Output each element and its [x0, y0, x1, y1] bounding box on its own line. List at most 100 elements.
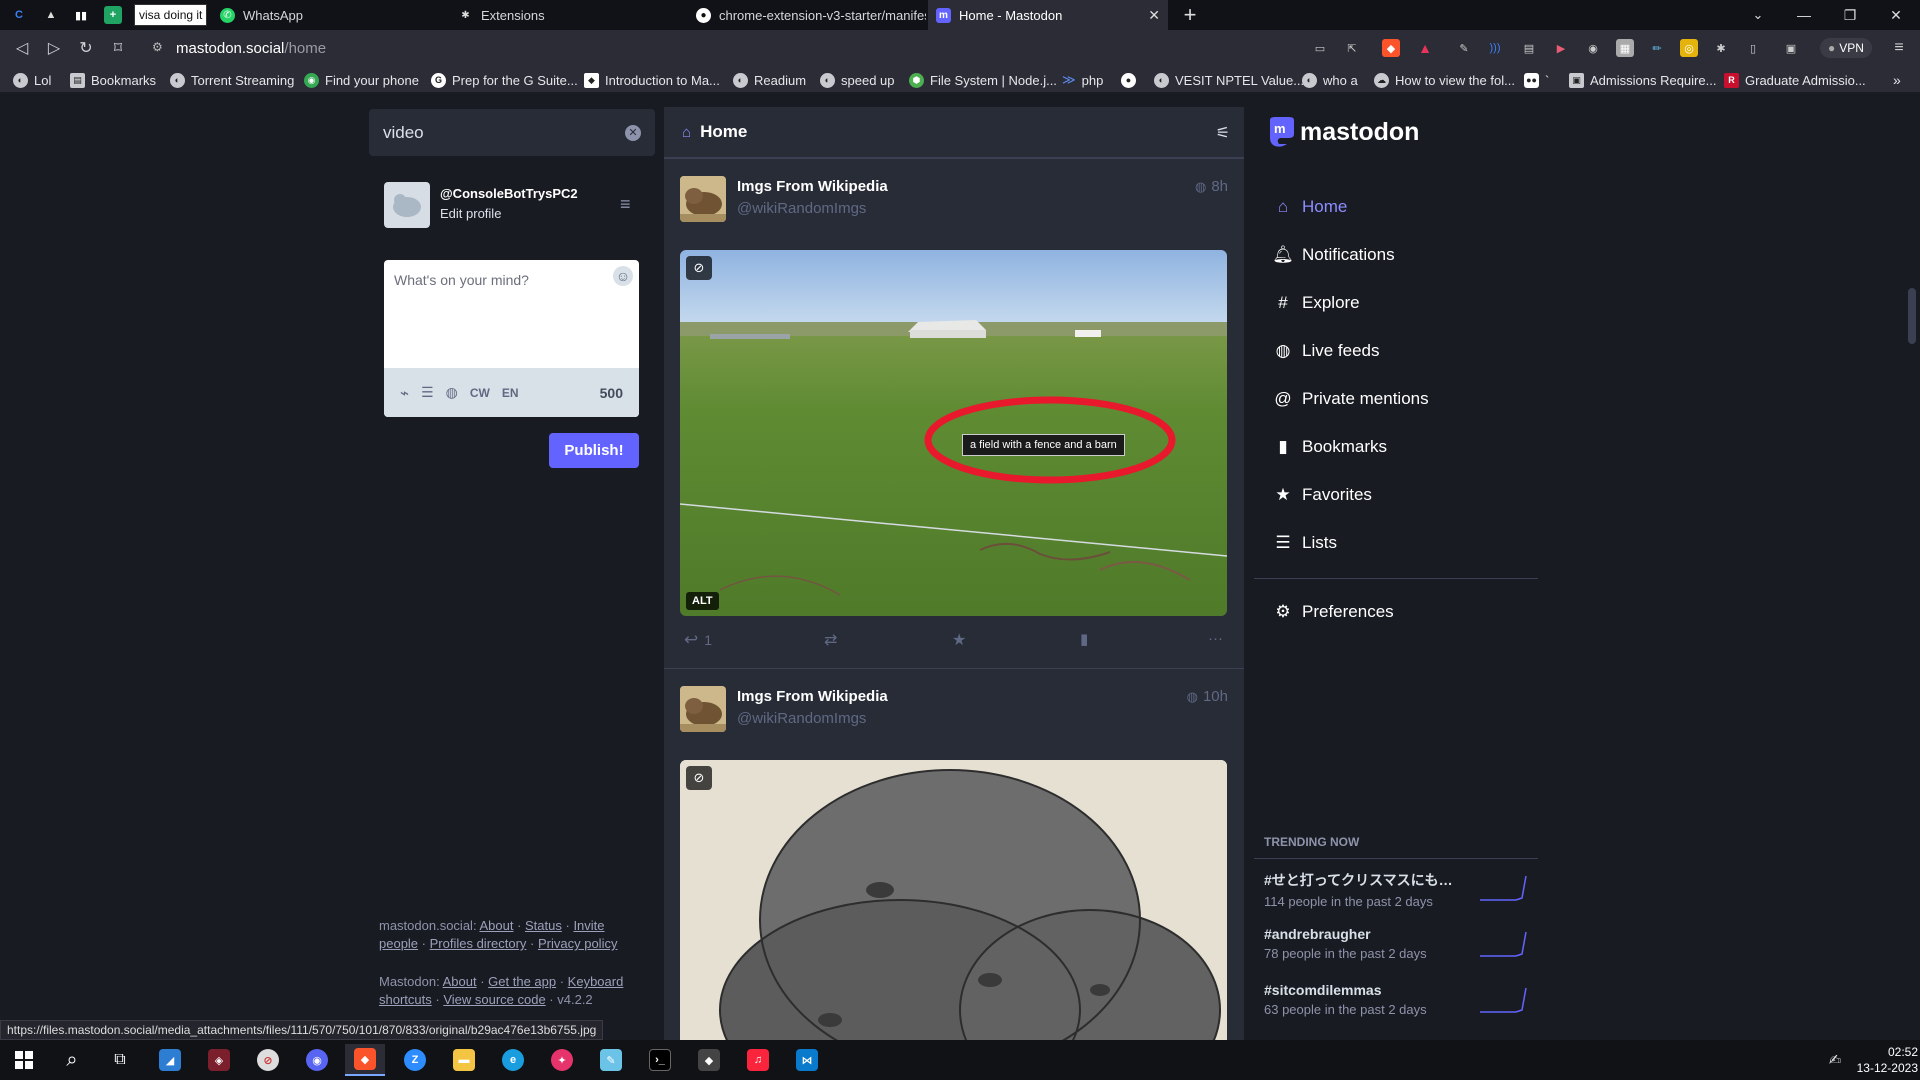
- status-link[interactable]: Status: [525, 918, 562, 933]
- nav-explore[interactable]: # Explore: [1274, 291, 1359, 315]
- wallet-icon[interactable]: ▣: [1782, 39, 1800, 57]
- bookmark-page-icon[interactable]: ⌑: [108, 38, 128, 58]
- address-bar[interactable]: ⚙ mastodon.social/home: [140, 34, 1310, 62]
- media-attachment[interactable]: ⊘ a field with a fence and a barn ALT: [680, 250, 1227, 616]
- post-handle[interactable]: @wikiRandomImgs: [737, 710, 866, 727]
- publish-button[interactable]: Publish!: [549, 433, 639, 468]
- about-mastodon-link[interactable]: About: [443, 974, 477, 989]
- post-handle[interactable]: @wikiRandomImgs: [737, 200, 866, 217]
- nav-private-mentions[interactable]: @ Private mentions: [1274, 387, 1428, 411]
- tab-whatsapp[interactable]: ✆ WhatsApp: [212, 0, 450, 30]
- settings-sliders-icon[interactable]: ⚟: [1216, 123, 1230, 143]
- extension-box-icon[interactable]: ▦: [1616, 39, 1634, 57]
- more-button[interactable]: ···: [1208, 630, 1223, 647]
- taskbar-app[interactable]: ◈: [199, 1044, 239, 1076]
- extension-sound-icon[interactable]: ))): [1486, 39, 1504, 57]
- bookmark-item[interactable]: ☁ How to view the fol...: [1374, 71, 1515, 89]
- brave-shield-icon[interactable]: ◆: [1382, 39, 1400, 57]
- brave-rewards-icon[interactable]: ▲: [1416, 39, 1434, 57]
- taskbar-app[interactable]: ✦: [542, 1044, 582, 1076]
- trend-item[interactable]: #sitcomdilemmas 63 people in the past 2 …: [1264, 982, 1534, 1026]
- alt-badge[interactable]: ALT: [686, 592, 719, 610]
- hide-media-button[interactable]: ⊘: [686, 766, 712, 790]
- system-clock[interactable]: 02:52 13-12-2023: [1852, 1044, 1918, 1076]
- avatar[interactable]: [384, 182, 430, 228]
- restore-button[interactable]: ❐: [1827, 0, 1873, 30]
- extension-pen-icon[interactable]: ✏: [1648, 39, 1666, 57]
- start-button[interactable]: [4, 1044, 44, 1076]
- get-app-link[interactable]: Get the app: [488, 974, 556, 989]
- browser-menu-icon[interactable]: C: [10, 6, 28, 24]
- visibility-globe-icon[interactable]: ◍: [446, 384, 458, 401]
- bookmark-item[interactable]: ◉ Find your phone: [304, 71, 419, 89]
- bookmark-item[interactable]: ◐ Lol: [13, 71, 51, 89]
- more-bookmarks-icon[interactable]: »: [1893, 71, 1901, 89]
- taskbar-app[interactable]: ⋈: [787, 1044, 827, 1076]
- cast-icon[interactable]: ▭: [1311, 39, 1329, 57]
- sidebar-toggle-icon[interactable]: ▯: [1744, 39, 1762, 57]
- clear-search-icon[interactable]: ✕: [625, 124, 641, 141]
- taskbar-app[interactable]: ⊘: [248, 1044, 288, 1076]
- post-display-name[interactable]: Imgs From Wikipedia: [737, 178, 888, 195]
- taskbar-app[interactable]: ◆: [689, 1044, 729, 1076]
- nav-favorites[interactable]: ★ Favorites: [1274, 483, 1372, 507]
- browser-menu-icon[interactable]: ≡: [1890, 39, 1908, 57]
- post-timestamp[interactable]: ◍ 8h: [1195, 178, 1228, 195]
- bookmark-item[interactable]: R Graduate Admissio...: [1724, 71, 1866, 89]
- profiles-directory-link[interactable]: Profiles directory: [430, 936, 527, 951]
- reload-icon[interactable]: ↻: [76, 38, 96, 58]
- edit-profile-link[interactable]: Edit profile: [440, 206, 501, 221]
- mastodon-logo[interactable]: m mastodon: [1267, 115, 1419, 149]
- bookmark-item[interactable]: ◆ Introduction to Ma...: [584, 71, 720, 89]
- forward-icon[interactable]: ▷: [44, 38, 64, 58]
- bookmark-item[interactable]: G Prep for the G Suite...: [431, 71, 578, 89]
- back-icon[interactable]: ◁: [12, 38, 32, 58]
- profile-handle[interactable]: @ConsoleBotTrysPC2: [440, 186, 578, 201]
- eyedropper-icon[interactable]: ✎: [1455, 39, 1473, 57]
- boost-button[interactable]: ⇄: [824, 630, 837, 650]
- extensions-puzzle-icon[interactable]: ✱: [1712, 39, 1730, 57]
- site-info-icon[interactable]: ⚙: [152, 40, 163, 54]
- taskbar-app[interactable]: Z: [395, 1044, 435, 1076]
- share-icon[interactable]: ⇱: [1343, 39, 1361, 57]
- close-window-button[interactable]: ✕: [1873, 0, 1919, 30]
- reply-button[interactable]: ↩ 1: [684, 630, 712, 650]
- post-avatar[interactable]: [680, 686, 726, 732]
- bookmark-item[interactable]: ●: [1121, 71, 1136, 89]
- taskbar-app[interactable]: ◢: [150, 1044, 190, 1076]
- privacy-policy-link[interactable]: Privacy policy: [538, 936, 617, 951]
- about-link[interactable]: About: [479, 918, 513, 933]
- bookmark-item[interactable]: ▤ Bookmarks: [70, 71, 156, 89]
- trend-item[interactable]: #せと打ってクリスマスにも… 114 people in the past 2 …: [1264, 870, 1534, 914]
- nav-bookmarks[interactable]: ▮ Bookmarks: [1274, 435, 1387, 459]
- nav-live-feeds[interactable]: ◍ Live feeds: [1274, 339, 1380, 363]
- attach-icon[interactable]: ⌁: [400, 384, 409, 402]
- taskbar-app[interactable]: ♫: [738, 1044, 778, 1076]
- favorite-button[interactable]: ★: [952, 630, 966, 650]
- nav-preferences[interactable]: ⚙ Preferences: [1274, 600, 1393, 624]
- bookmark-item[interactable]: ◐ speed up: [820, 71, 895, 89]
- nav-notifications[interactable]: 🔔︎ Notifications: [1272, 243, 1394, 267]
- bookmark-item[interactable]: ≫ php: [1062, 71, 1103, 89]
- scrollbar-thumb[interactable]: [1908, 288, 1916, 344]
- media-attachment[interactable]: ⊘: [680, 760, 1227, 1042]
- bookmark-item[interactable]: ◐ Torrent Streaming: [170, 71, 294, 89]
- bookmark-item[interactable]: ◐ Readium: [733, 71, 806, 89]
- pinned-tab-sheets-icon[interactable]: +: [104, 6, 122, 24]
- close-tab-icon[interactable]: ✕: [1148, 7, 1160, 24]
- compose-textarea[interactable]: [384, 260, 639, 368]
- bookmark-item[interactable]: ▣ Admissions Require...: [1569, 71, 1716, 89]
- taskbar-app[interactable]: ✎: [591, 1044, 631, 1076]
- post-avatar[interactable]: [680, 176, 726, 222]
- extension-note-icon[interactable]: ▤: [1520, 39, 1538, 57]
- tab-extensions[interactable]: ✱ Extensions: [450, 0, 688, 30]
- bookmark-item[interactable]: ●● `: [1524, 71, 1549, 89]
- extension-flag-icon[interactable]: ▶: [1552, 39, 1570, 57]
- bookmark-button[interactable]: ▮: [1080, 630, 1088, 648]
- new-tab-button[interactable]: +: [1168, 0, 1212, 30]
- extension-coin-icon[interactable]: ◎: [1680, 39, 1698, 57]
- search-box[interactable]: video ✕: [369, 109, 655, 156]
- taskbar-app[interactable]: ▬: [444, 1044, 484, 1076]
- search-icon[interactable]: ⌕: [52, 1044, 92, 1076]
- emoji-icon[interactable]: ☺: [613, 266, 633, 286]
